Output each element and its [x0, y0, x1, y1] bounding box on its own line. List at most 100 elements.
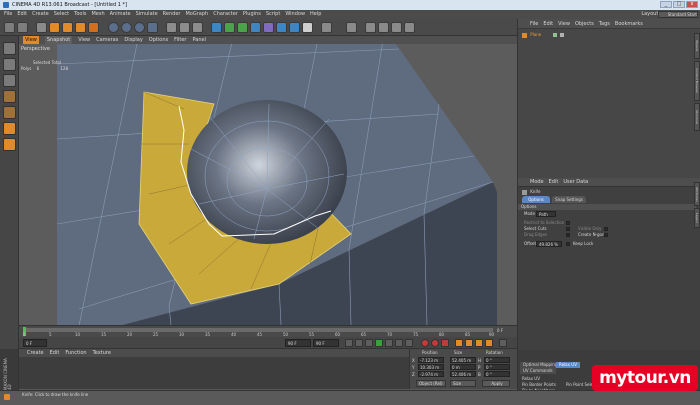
light-icon[interactable] [302, 22, 313, 33]
select-cuts-checkbox[interactable] [566, 227, 570, 231]
scale-key-icon[interactable] [465, 339, 473, 347]
drag-edges-checkbox[interactable] [566, 233, 570, 237]
uv-mode-icon[interactable] [378, 22, 389, 33]
object-menu-file[interactable]: File [530, 19, 538, 28]
deformer-icon[interactable] [263, 22, 274, 33]
menu-mograph[interactable]: MoGraph [185, 10, 208, 19]
menu-window[interactable]: Window [285, 10, 305, 19]
material-menu-edit[interactable]: Edit [50, 349, 60, 357]
viewport-tab-snapshot[interactable]: Snapshot [44, 36, 73, 44]
rotation-h-field[interactable]: 0 ° [484, 357, 510, 363]
tweak-mode-icon[interactable] [404, 22, 415, 33]
camera-icon[interactable] [289, 22, 300, 33]
menu-animate[interactable]: Animate [110, 10, 131, 19]
recent-tool-icon[interactable] [88, 22, 99, 33]
render-picture-viewer-icon[interactable] [179, 22, 190, 33]
floor-icon[interactable] [276, 22, 287, 33]
menu-edit[interactable]: Edit [17, 10, 27, 19]
mode-select[interactable]: Path [536, 211, 556, 217]
size-y-field[interactable]: 0 m [450, 364, 476, 370]
model-mode-icon[interactable] [3, 58, 16, 71]
move-icon[interactable] [49, 22, 60, 33]
scale-icon[interactable] [62, 22, 73, 33]
position-z-field[interactable]: -2.974 m [418, 371, 444, 377]
record-icon[interactable] [421, 339, 429, 347]
z-axis-icon[interactable] [134, 22, 145, 33]
texture-mode-icon[interactable] [3, 74, 16, 87]
checkerboard-tag-icon[interactable] [559, 33, 564, 37]
make-editable-icon[interactable] [3, 42, 16, 55]
object-list-item[interactable]: Plane [522, 31, 602, 38]
menu-character[interactable]: Character [213, 10, 238, 19]
live-selection-icon[interactable] [36, 22, 47, 33]
cube-icon[interactable] [211, 22, 222, 33]
viewport-menu-options[interactable]: Options [149, 36, 168, 44]
side-tab-attributes[interactable]: Attributes [694, 182, 700, 206]
array-icon[interactable] [250, 22, 261, 33]
render-view-icon[interactable] [166, 22, 177, 33]
material-menu-create[interactable]: Create [27, 349, 44, 357]
position-x-field[interactable]: -7.123 m [418, 357, 444, 363]
current-frame-field[interactable]: 90 F [313, 339, 339, 347]
viewport-menu-view[interactable]: View [78, 36, 90, 44]
restrict-selection-checkbox[interactable] [566, 221, 570, 225]
object-menu-edit[interactable]: Edit [543, 19, 553, 28]
rotation-key-icon[interactable] [475, 339, 483, 347]
coord-size-mode-select[interactable]: Size [450, 380, 476, 387]
3d-viewport[interactable]: Perspective Selected Total Polys 6 128 [19, 44, 517, 325]
subdivision-surface-icon[interactable] [237, 22, 248, 33]
menu-file[interactable]: File [4, 10, 12, 19]
attribute-menu-mode[interactable]: Mode [530, 178, 544, 186]
rotation-b-field[interactable]: 0 ° [484, 371, 510, 377]
edges-tool-icon[interactable] [3, 122, 16, 135]
material-menu-texture[interactable]: Texture [93, 349, 111, 357]
position-y-field[interactable]: 10.303 m [418, 364, 444, 370]
go-to-end-icon[interactable] [405, 339, 413, 347]
viewport-menu-filter[interactable]: Filter [174, 36, 186, 44]
keep-lock-checkbox[interactable] [566, 242, 570, 246]
side-tab-content-browser[interactable]: Content Browser [694, 61, 700, 101]
menu-plugins[interactable]: Plugins [243, 10, 261, 19]
viewport-tab-view[interactable]: View [23, 36, 39, 44]
points-tool-icon[interactable] [3, 106, 16, 119]
attribute-menu-edit[interactable]: Edit [549, 178, 559, 186]
tab-uv-commands[interactable]: UV Commands [520, 368, 556, 374]
timeline-menu-icon[interactable] [499, 339, 507, 347]
end-frame-field[interactable]: 90 F [285, 339, 311, 347]
axis-mode-icon[interactable] [391, 22, 402, 33]
render-settings-icon[interactable] [192, 22, 203, 33]
minimize-button[interactable]: _ [660, 1, 672, 8]
menu-mesh[interactable]: Mesh [91, 10, 104, 19]
tab-options[interactable]: Options [522, 196, 550, 203]
coordinate-system-icon[interactable] [147, 22, 158, 33]
parameter-key-icon[interactable] [485, 339, 493, 347]
points-mode-icon[interactable] [321, 22, 332, 33]
coord-mode-select[interactable]: Object (Rel) [416, 380, 446, 387]
viewport-menu-panel[interactable]: Panel [192, 36, 206, 44]
menu-create[interactable]: Create [32, 10, 49, 19]
size-z-field[interactable]: 52.406 m [450, 371, 476, 377]
object-menu-bookmarks[interactable]: Bookmarks [615, 19, 643, 28]
go-to-start-icon[interactable] [345, 339, 353, 347]
visibility-icon[interactable] [552, 33, 557, 37]
y-axis-icon[interactable] [121, 22, 132, 33]
undo-icon[interactable] [4, 22, 15, 33]
apply-button[interactable]: Apply [482, 380, 510, 387]
menu-script[interactable]: Script [266, 10, 281, 19]
viewport-menu-display[interactable]: Display [124, 36, 142, 44]
size-x-field[interactable]: 52.405 m [450, 357, 476, 363]
autokey-icon[interactable] [431, 339, 439, 347]
side-tab-structure[interactable]: Structure [694, 103, 700, 131]
side-tab-objects[interactable]: Objects [694, 33, 700, 59]
menu-render[interactable]: Render [163, 10, 181, 19]
start-frame-field[interactable]: 0 F [23, 339, 47, 347]
rotate-icon[interactable] [75, 22, 86, 33]
next-frame-icon[interactable] [385, 339, 393, 347]
menu-help[interactable]: Help [310, 10, 321, 19]
tab-relax-uv[interactable]: Relax UV [556, 362, 580, 368]
edges-mode-icon[interactable] [346, 22, 357, 33]
attribute-menu-user-data[interactable]: User Data [563, 178, 588, 186]
previous-key-icon[interactable] [355, 339, 363, 347]
layout-select[interactable]: Standard Start [658, 11, 698, 18]
spline-pen-icon[interactable] [224, 22, 235, 33]
